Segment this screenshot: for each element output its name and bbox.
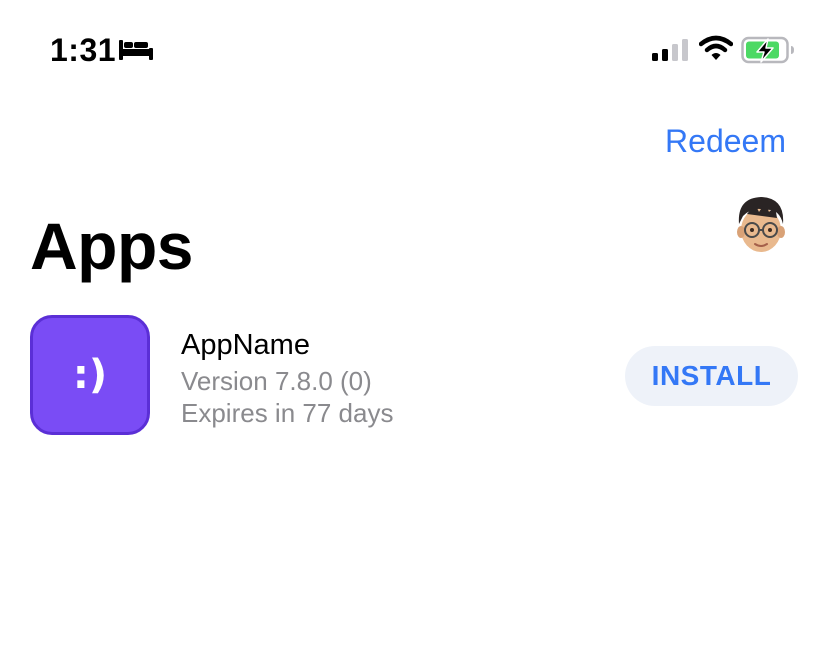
wifi-icon: [699, 35, 733, 60]
status-time: 1:31: [50, 32, 117, 68]
battery-charging-icon: [741, 36, 794, 64]
bed-icon: [119, 40, 153, 60]
smiley-icon: :): [72, 352, 108, 398]
page-title: Apps: [30, 209, 194, 283]
cellular-signal-icon: [652, 39, 688, 61]
app-version: Version 7.8.0 (0): [181, 366, 372, 396]
app-name: AppName: [181, 329, 310, 361]
redeem-button[interactable]: Redeem: [665, 121, 786, 161]
app-icon[interactable]: :): [30, 315, 150, 435]
install-button[interactable]: INSTALL: [625, 346, 798, 406]
app-expiry: Expires in 77 days: [181, 398, 394, 428]
memoji-avatar-icon[interactable]: [735, 194, 787, 256]
